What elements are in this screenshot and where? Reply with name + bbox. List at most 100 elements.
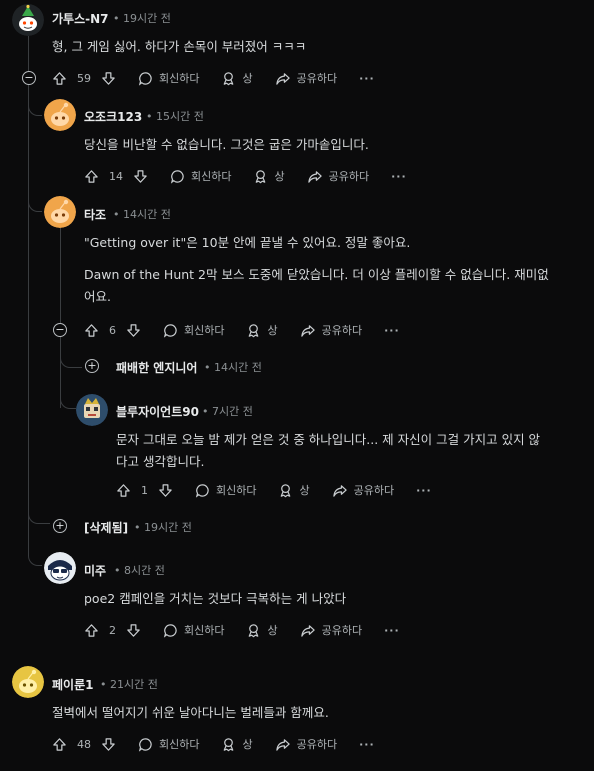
comment-time: • 14시간 전 — [204, 359, 262, 375]
timestamp: 7시간 전 — [212, 405, 253, 418]
award-button[interactable]: 상 — [246, 622, 278, 638]
thread-line-root — [28, 36, 29, 556]
upvote-icon[interactable] — [84, 323, 99, 338]
comment-bubble-icon — [138, 71, 153, 86]
downvote-icon[interactable] — [126, 323, 141, 338]
share-icon — [300, 623, 316, 638]
avatar[interactable] — [44, 552, 76, 584]
thread-branch-c5 — [60, 393, 76, 409]
comment-body: 문자 그대로 오늘 밤 제가 얻은 것 중 하나입니다... 제 자신이 그걸 … — [116, 429, 586, 473]
username[interactable]: 오조크123 — [84, 108, 142, 125]
avatar[interactable] — [12, 666, 44, 698]
award-label: 상 — [274, 170, 285, 183]
downvote-icon[interactable] — [101, 71, 116, 86]
comment-bubble-icon — [195, 483, 210, 498]
thread-branch-c4 — [60, 352, 82, 368]
collapse-button[interactable]: − — [22, 71, 36, 85]
more-options-button[interactable]: ··· — [384, 324, 400, 337]
upvote-icon[interactable] — [116, 483, 131, 498]
share-button[interactable]: 공유하다 — [332, 482, 394, 498]
username[interactable]: 페이룬1 — [52, 676, 93, 693]
reply-label: 회신하다 — [184, 624, 225, 637]
comment-actions: 6 회신하다 상 공유하다 ··· — [84, 320, 422, 340]
comment-actions: 48 회신하다 상 공유하다 ··· — [52, 734, 397, 754]
separator: • — [134, 521, 141, 534]
share-button[interactable]: 공유하다 — [275, 70, 337, 86]
reply-button[interactable]: 회신하다 — [138, 70, 199, 86]
avatar[interactable] — [44, 196, 76, 228]
username[interactable]: 블루자이언트90 — [116, 403, 199, 420]
award-button[interactable]: 상 — [221, 70, 253, 86]
share-icon — [275, 71, 291, 86]
share-label: 공유하다 — [296, 72, 338, 85]
thread-branch-c3 — [28, 196, 42, 212]
comment-time: • 7시간 전 — [202, 403, 253, 419]
share-label: 공유하다 — [353, 484, 395, 497]
more-options-button[interactable]: ··· — [391, 170, 407, 183]
separator: • — [204, 361, 211, 374]
downvote-icon[interactable] — [101, 737, 116, 752]
vote-count: 2 — [109, 623, 116, 637]
reply-button[interactable]: 회신하다 — [195, 482, 256, 498]
separator: • — [202, 405, 209, 418]
share-button[interactable]: 공유하다 — [300, 322, 362, 338]
comment-body: 절벽에서 떨어지기 쉬운 날아다니는 벌레들과 함께요. — [52, 702, 329, 724]
timestamp: 8시간 전 — [124, 564, 165, 577]
collapse-button[interactable]: − — [53, 323, 67, 337]
avatar[interactable] — [76, 394, 108, 426]
share-button[interactable]: 공유하다 — [275, 736, 337, 752]
comment-time: • 19시간 전 — [113, 10, 171, 26]
award-button[interactable]: 상 — [246, 322, 278, 338]
award-label: 상 — [242, 72, 253, 85]
award-icon — [278, 483, 293, 498]
expand-button[interactable]: + — [53, 519, 67, 533]
award-button[interactable]: 상 — [253, 168, 285, 184]
upvote-icon[interactable] — [84, 623, 99, 638]
reply-button[interactable]: 회신하다 — [138, 736, 199, 752]
downvote-icon[interactable] — [133, 169, 148, 184]
reply-button[interactable]: 회신하다 — [163, 322, 224, 338]
vote-group: 48 — [52, 737, 116, 752]
downvote-icon[interactable] — [126, 623, 141, 638]
more-options-button[interactable]: ··· — [359, 738, 375, 751]
separator: • — [113, 208, 120, 221]
award-button[interactable]: 상 — [278, 482, 310, 498]
reply-label: 회신하다 — [216, 484, 257, 497]
username[interactable]: 패배한 엔지니어 — [116, 359, 197, 376]
comment-line: "Getting over it"은 10분 안에 끝낼 수 있어요. 정말 좋… — [84, 235, 411, 250]
award-label: 상 — [267, 624, 278, 637]
share-label: 공유하다 — [321, 624, 363, 637]
reply-button[interactable]: 회신하다 — [170, 168, 231, 184]
comment-time: • 21시간 전 — [100, 676, 158, 692]
vote-group: 59 — [52, 71, 116, 86]
comment-body: 당신을 비난할 수 없습니다. 그것은 굽은 가마솥입니다. — [84, 134, 369, 156]
avatar[interactable] — [44, 99, 76, 131]
more-options-button[interactable]: ··· — [416, 484, 432, 497]
upvote-icon[interactable] — [52, 737, 67, 752]
more-options-button[interactable]: ··· — [384, 624, 400, 637]
upvote-icon[interactable] — [52, 71, 67, 86]
comment-line: 형, 그 게임 싫어. 하다가 손목이 부러졌어 ㅋㅋㅋ — [52, 39, 307, 54]
share-label: 공유하다 — [296, 738, 338, 751]
vote-count: 6 — [109, 323, 116, 337]
comment-time: • 14시간 전 — [113, 206, 171, 222]
award-button[interactable]: 상 — [221, 736, 253, 752]
award-label: 상 — [267, 324, 278, 337]
reply-label: 회신하다 — [184, 324, 225, 337]
share-button[interactable]: 공유하다 — [300, 622, 362, 638]
share-button[interactable]: 공유하다 — [307, 168, 369, 184]
reply-button[interactable]: 회신하다 — [163, 622, 224, 638]
more-options-button[interactable]: ··· — [359, 72, 375, 85]
downvote-icon[interactable] — [158, 483, 173, 498]
share-icon — [307, 169, 323, 184]
username[interactable]: 미주 — [84, 562, 106, 579]
comment-line: poe2 캠페인을 거치는 것보다 극복하는 게 나았다 — [84, 591, 347, 606]
share-icon — [332, 483, 348, 498]
username[interactable]: 가투스-N7 — [52, 10, 109, 27]
expand-button[interactable]: + — [85, 359, 99, 373]
award-icon — [221, 71, 236, 86]
username[interactable]: 타조 — [84, 206, 106, 223]
thread-branch-deleted — [28, 508, 50, 524]
upvote-icon[interactable] — [84, 169, 99, 184]
avatar[interactable] — [12, 4, 44, 36]
